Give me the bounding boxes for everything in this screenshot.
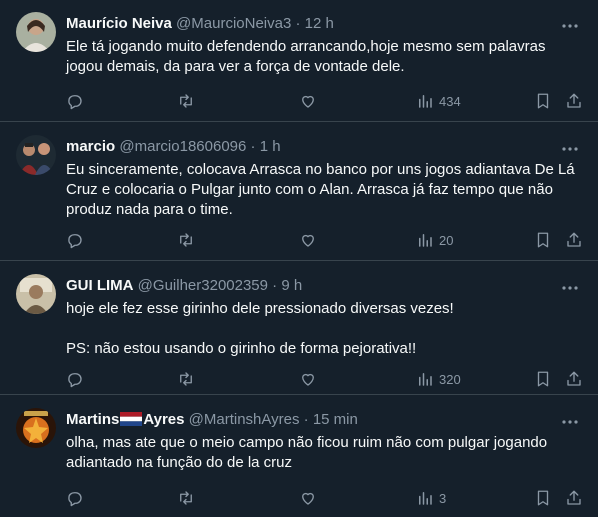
share-button[interactable] <box>565 488 583 508</box>
tweet-text: olha, mas ate que o meio campo não ficou… <box>66 434 548 471</box>
tweet-time[interactable]: 15 min <box>313 411 358 428</box>
retweet-icon <box>180 94 192 108</box>
bookmark-icon <box>537 232 549 248</box>
tweet-text: hoje ele fez esse girinho dele pressiona… <box>66 300 454 357</box>
tweet[interactable]: Martins Ayres @MartinshAyres · 15 min olh… <box>0 396 598 517</box>
share-icon <box>567 371 581 386</box>
views-button[interactable]: 320 <box>416 369 461 389</box>
tweet-text: Eu sinceramente, colocava Arrasca no ban… <box>66 161 575 218</box>
author-handle[interactable]: @MaurcioNeiva3 <box>176 15 291 32</box>
like-button[interactable] <box>299 488 317 508</box>
views-button[interactable]: 3 <box>416 488 446 508</box>
reply-icon <box>68 234 82 249</box>
separator-dot: · <box>303 411 309 428</box>
tweet-header: Martins Ayres @MartinshAyres · 15 min <box>66 410 558 430</box>
share-icon <box>567 232 581 247</box>
author-handle[interactable]: @Guilher32002359 <box>138 277 268 294</box>
retweet-button[interactable] <box>177 488 195 508</box>
views-count: 3 <box>439 490 447 506</box>
heart-icon <box>302 492 314 505</box>
separator-dot: · <box>295 15 301 32</box>
views-chart-icon <box>419 373 432 386</box>
share-button[interactable] <box>565 230 583 250</box>
retweet-icon <box>180 233 192 247</box>
bookmark-icon <box>537 490 549 506</box>
avatar[interactable] <box>16 274 56 314</box>
views-count: 320 <box>439 371 461 387</box>
tweet-header: GUI LIMA @Guilher32002359 · 9 h <box>66 276 558 296</box>
bookmark-icon <box>537 371 549 387</box>
reply-icon <box>68 492 82 507</box>
retweet-button[interactable] <box>177 369 195 389</box>
reply-button[interactable] <box>66 230 84 250</box>
heart-icon <box>302 234 314 247</box>
reply-button[interactable] <box>66 488 84 508</box>
netherlands-flag-icon <box>120 412 143 426</box>
author-name[interactable]: Maurício Neiva <box>66 15 172 32</box>
tweet-header: Maurício Neiva @MaurcioNeiva3 · 12 h <box>66 14 558 34</box>
author-name-suffix[interactable]: Ayres <box>143 411 184 428</box>
heart-icon <box>302 95 314 108</box>
share-icon <box>567 490 581 505</box>
like-button[interactable] <box>299 91 317 111</box>
retweet-icon <box>180 372 192 386</box>
more-options-icon[interactable] <box>560 412 580 432</box>
tweet-actions: 20 <box>66 230 586 250</box>
separator-dot: · <box>272 277 278 294</box>
avatar[interactable] <box>16 408 56 448</box>
author-name[interactable]: marcio <box>66 138 115 155</box>
more-options-icon[interactable] <box>560 278 580 298</box>
more-options-icon[interactable] <box>560 139 580 159</box>
tweet-actions: 434 <box>66 91 586 111</box>
separator-dot: · <box>250 138 256 155</box>
reply-icon <box>68 373 82 388</box>
retweet-button[interactable] <box>177 230 195 250</box>
tweet-time[interactable]: 1 h <box>260 138 281 155</box>
views-count: 434 <box>439 93 461 109</box>
heart-icon <box>302 373 314 386</box>
avatar[interactable] <box>16 135 56 175</box>
like-button[interactable] <box>299 230 317 250</box>
tweet-actions: 320 <box>66 369 586 389</box>
retweet-icon <box>180 491 192 505</box>
tweet-time[interactable]: 12 h <box>305 15 334 32</box>
views-chart-icon <box>419 234 432 247</box>
bookmark-button[interactable] <box>534 91 552 111</box>
share-button[interactable] <box>565 369 583 389</box>
tweet[interactable]: GUI LIMA @Guilher32002359 · 9 h hoje ele… <box>0 262 598 395</box>
author-handle[interactable]: @marcio18606096 <box>119 138 246 155</box>
like-button[interactable] <box>299 369 317 389</box>
reply-button[interactable] <box>66 369 84 389</box>
author-name[interactable]: Martins <box>66 411 119 428</box>
bookmark-icon <box>537 93 549 109</box>
bookmark-button[interactable] <box>534 230 552 250</box>
more-options-icon[interactable] <box>560 16 580 36</box>
reply-icon <box>68 95 82 110</box>
tweet-actions: 3 <box>66 488 586 508</box>
reply-feed: Maurício Neiva @MaurcioNeiva3 · 12 h Ele… <box>0 0 598 517</box>
author-handle[interactable]: @MartinshAyres <box>189 411 300 428</box>
reply-button[interactable] <box>66 91 84 111</box>
tweet[interactable]: Maurício Neiva @MaurcioNeiva3 · 12 h Ele… <box>0 0 598 122</box>
tweet[interactable]: marcio @marcio18606096 · 1 h Eu sinceram… <box>0 123 598 261</box>
bookmark-button[interactable] <box>534 369 552 389</box>
views-button[interactable]: 434 <box>416 91 461 111</box>
share-button[interactable] <box>565 91 583 111</box>
share-icon <box>567 93 581 108</box>
views-count: 20 <box>439 232 454 248</box>
tweet-header: marcio @marcio18606096 · 1 h <box>66 137 558 157</box>
views-button[interactable]: 20 <box>416 230 453 250</box>
tweet-text: Ele tá jogando muito defendendo arrancan… <box>66 38 546 75</box>
retweet-button[interactable] <box>177 91 195 111</box>
views-chart-icon <box>419 95 432 108</box>
bookmark-button[interactable] <box>534 488 552 508</box>
avatar[interactable] <box>16 12 56 52</box>
tweet-time[interactable]: 9 h <box>281 277 302 294</box>
views-chart-icon <box>419 492 432 505</box>
author-name[interactable]: GUI LIMA <box>66 277 134 294</box>
